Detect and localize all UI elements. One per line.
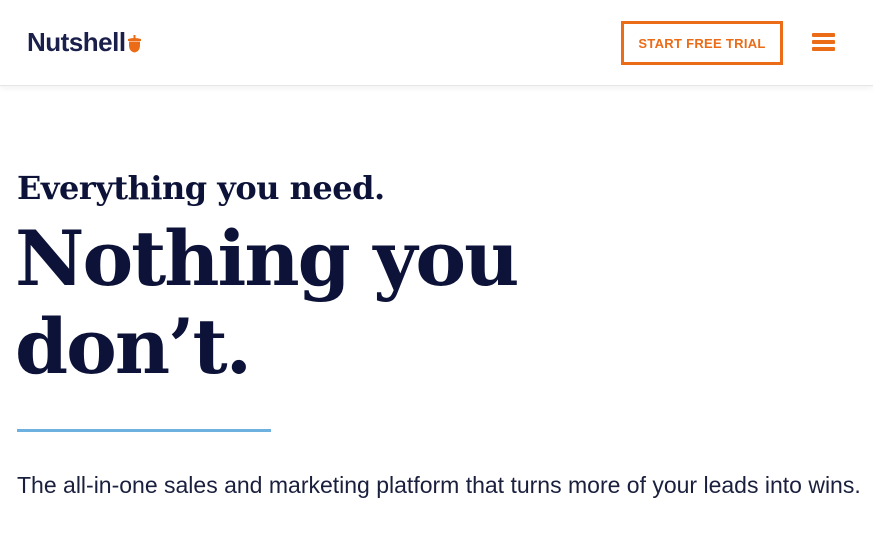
- acorn-icon: [127, 35, 141, 53]
- hero-headline: Nothing you don’t.: [15, 214, 519, 391]
- start-free-trial-button[interactable]: START FREE TRIAL: [621, 21, 783, 65]
- hero-eyebrow: Everything you need.: [17, 169, 385, 207]
- hamburger-menu-icon[interactable]: [812, 31, 836, 51]
- logo-wordmark: Nutshell: [27, 27, 126, 57]
- site-header: Nutshell START FREE TRIAL: [0, 0, 873, 86]
- nutshell-logo[interactable]: Nutshell: [27, 27, 142, 57]
- hero-subtext: The all-in-one sales and marketing platf…: [17, 472, 861, 498]
- hero-divider: [17, 429, 271, 432]
